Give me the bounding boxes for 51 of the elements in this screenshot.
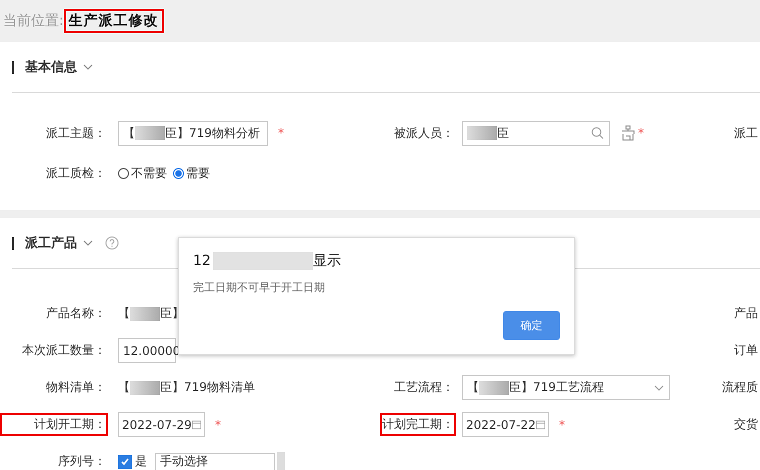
dialog-message: 完工日期不可早于开工日期 [193,280,326,295]
chevron-down-icon[interactable] [654,384,664,390]
field-label: 本次派工数量： [21,342,107,359]
input-field[interactable]: 【 臣】719物料分析 [118,120,268,146]
date-field[interactable]: 2022-07-22 [462,412,549,437]
checkbox[interactable]: 是 [118,453,147,470]
input-field[interactable]: 手动选择 [155,452,275,470]
breadcrumb-current: 生产派工修改 [64,9,164,33]
section-title: 基本信息 [25,59,77,76]
field-label: 产品名称： [45,305,107,322]
field-label: 计划完工期： [380,413,456,436]
field-value: 【 臣】719物料清单 [118,379,255,396]
calendar-icon[interactable] [192,419,201,430]
select-field[interactable]: 【 臣】719工艺流程 [462,375,670,400]
chevron-down-icon[interactable] [83,64,93,70]
scrollbar[interactable] [277,452,285,470]
radio-option[interactable]: 需要 [173,164,210,182]
field-label: 交货 [733,416,759,433]
calendar-icon[interactable] [536,419,545,430]
field-label: 订单 [733,342,759,359]
help-icon[interactable] [105,236,119,250]
redaction-block [135,126,165,140]
field-label: 产品 [733,305,759,322]
field-label: 物料清单： [45,379,107,396]
required-mark: * [559,418,565,432]
field-label: 派工 [733,124,759,142]
checkmark-icon [120,456,130,466]
field-label: 被派人员： [393,124,455,142]
field-label: 计划开工期： [0,413,108,436]
required-mark: * [638,126,644,140]
breadcrumb-label: 当前位置: [3,12,64,30]
chevron-down-icon[interactable] [83,240,93,246]
search-icon[interactable] [591,126,604,140]
field-label: 派工主题： [45,124,107,142]
redaction-block [130,306,160,321]
input-field[interactable]: 臣 [462,120,610,146]
field-label: 工艺流程： [393,379,455,396]
redaction-block [130,380,160,395]
field-label: 流程质 [721,379,759,396]
redaction-block [467,126,497,140]
org-chart-icon[interactable] [620,125,636,141]
field-label: 序列号： [57,453,107,470]
dialog-title: 12 显示 [193,252,342,270]
section-title: 派工产品 [25,234,77,252]
redaction-block [479,380,509,394]
radio-option[interactable]: 不需要 [118,164,167,182]
date-field[interactable]: 2022-07-29 [118,412,205,437]
field-label: 派工质检： [45,164,107,182]
field-value: 【 臣】 [118,305,184,322]
required-mark: * [215,418,221,432]
required-mark: * [278,126,284,140]
